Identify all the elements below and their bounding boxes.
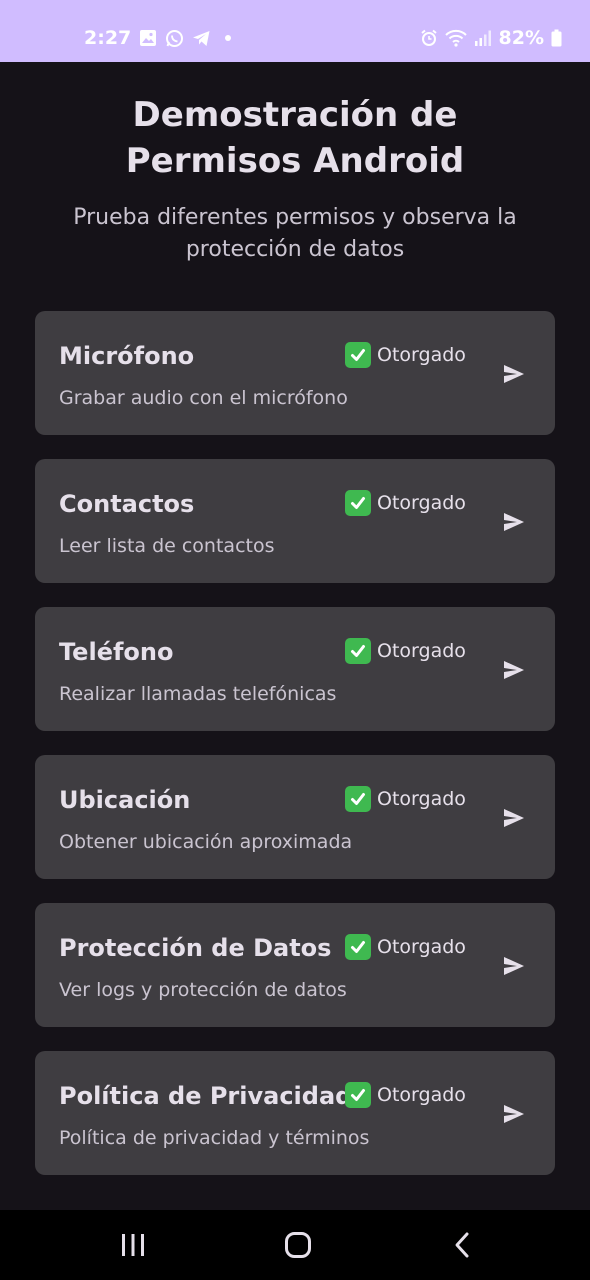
permission-title: Ubicación bbox=[59, 786, 191, 814]
send-icon[interactable] bbox=[499, 359, 529, 389]
signal-icon bbox=[474, 29, 492, 47]
permission-status: Otorgado bbox=[345, 341, 466, 369]
dot-icon bbox=[225, 35, 232, 41]
permission-status-label: Otorgado bbox=[377, 788, 466, 810]
page-subtitle: Prueba diferentes permisos y observa la … bbox=[73, 205, 517, 262]
send-icon[interactable] bbox=[499, 655, 529, 685]
permission-title: Política de Privacidad bbox=[59, 1082, 353, 1110]
wifi-icon bbox=[444, 29, 467, 47]
permission-title: Contactos bbox=[59, 490, 195, 518]
gallery-icon bbox=[139, 29, 157, 47]
check-icon bbox=[345, 934, 371, 960]
alarm-icon bbox=[420, 29, 438, 47]
permission-card-microphone[interactable]: Micrófono Otorgado Grabar audio con el m… bbox=[35, 311, 555, 435]
permission-list: Micrófono Otorgado Grabar audio con el m… bbox=[35, 311, 555, 1199]
permission-title: Protección de Datos bbox=[59, 934, 332, 962]
permission-title: Teléfono bbox=[59, 638, 174, 666]
battery-percentage: 82% bbox=[498, 27, 544, 49]
permission-status: Otorgado bbox=[345, 489, 466, 517]
permission-description: Ver logs y protección de datos bbox=[59, 979, 347, 1001]
permission-status: Otorgado bbox=[345, 1081, 466, 1109]
permission-status-label: Otorgado bbox=[377, 640, 466, 662]
recent-apps-icon[interactable] bbox=[113, 1227, 153, 1263]
navigation-bar bbox=[0, 1210, 590, 1280]
permission-status: Otorgado bbox=[345, 637, 466, 665]
page-title: Demostración de Permisos Android bbox=[125, 95, 465, 181]
permission-card-privacy-policy[interactable]: Política de Privacidad Otorgado Política… bbox=[35, 1051, 555, 1175]
permission-status-label: Otorgado bbox=[377, 492, 466, 514]
permission-status-label: Otorgado bbox=[377, 936, 466, 958]
check-icon bbox=[345, 342, 371, 368]
send-icon[interactable] bbox=[499, 803, 529, 833]
permission-description: Leer lista de contactos bbox=[59, 535, 275, 557]
permission-status: Otorgado bbox=[345, 933, 466, 961]
send-icon[interactable] bbox=[499, 951, 529, 981]
permission-description: Política de privacidad y términos bbox=[59, 1127, 370, 1149]
whatsapp-icon bbox=[165, 29, 184, 48]
permission-description: Obtener ubicación aproximada bbox=[59, 831, 353, 853]
check-icon bbox=[345, 490, 371, 516]
permission-status-label: Otorgado bbox=[377, 1084, 466, 1106]
permission-card-phone[interactable]: Teléfono Otorgado Realizar llamadas tele… bbox=[35, 607, 555, 731]
status-bar: 2:27 82% bbox=[0, 0, 590, 62]
check-icon bbox=[345, 786, 371, 812]
status-bar-left: 2:27 bbox=[84, 27, 232, 49]
telegram-icon bbox=[192, 29, 211, 48]
permission-card-location[interactable]: Ubicación Otorgado Obtener ubicación apr… bbox=[35, 755, 555, 879]
check-icon bbox=[345, 1082, 371, 1108]
check-icon bbox=[345, 638, 371, 664]
permission-description: Realizar llamadas telefónicas bbox=[59, 683, 337, 705]
send-icon[interactable] bbox=[499, 1099, 529, 1129]
permission-title: Micrófono bbox=[59, 342, 195, 370]
battery-icon bbox=[551, 29, 562, 47]
status-time: 2:27 bbox=[84, 27, 132, 49]
permission-description: Grabar audio con el micrófono bbox=[59, 387, 348, 409]
back-icon[interactable] bbox=[442, 1227, 482, 1263]
permission-status-label: Otorgado bbox=[377, 344, 466, 366]
permission-card-data-protection[interactable]: Protección de Datos Otorgado Ver logs y … bbox=[35, 903, 555, 1027]
permission-status: Otorgado bbox=[345, 785, 466, 813]
permission-card-contacts[interactable]: Contactos Otorgado Leer lista de contact… bbox=[35, 459, 555, 583]
status-bar-right: 82% bbox=[420, 27, 562, 49]
home-icon[interactable] bbox=[278, 1227, 318, 1263]
send-icon[interactable] bbox=[499, 507, 529, 537]
